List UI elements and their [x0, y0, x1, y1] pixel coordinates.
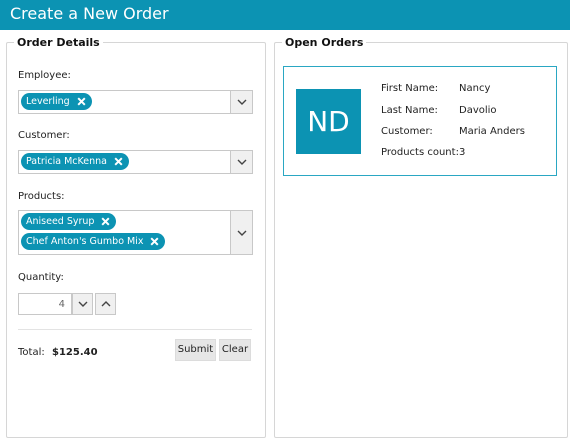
open-orders-legend: Open Orders: [285, 36, 364, 49]
remove-token-icon[interactable]: [76, 96, 87, 107]
total-label: Total:: [18, 347, 45, 358]
quantity-label: Quantity:: [18, 272, 64, 283]
customer-token: Patricia McKenna: [21, 153, 129, 170]
quantity-input[interactable]: 4: [18, 293, 72, 315]
last-name-label: Last Name:: [381, 105, 438, 116]
product-token: Aniseed Syrup: [21, 213, 117, 230]
customer-multiselect[interactable]: Patricia McKenna: [18, 150, 253, 174]
employee-token-label: Leverling: [26, 96, 70, 107]
remove-token-icon[interactable]: [149, 236, 160, 247]
employee-multiselect[interactable]: Leverling: [18, 90, 253, 114]
first-name-label: First Name:: [381, 83, 439, 94]
order-card[interactable]: ND First Name: Nancy Last Name: Davolio …: [283, 66, 557, 176]
customer-dropdown-arrow[interactable]: [230, 151, 252, 173]
product-token-label: Aniseed Syrup: [26, 216, 95, 227]
products-dropdown-arrow[interactable]: [230, 211, 252, 254]
quantity-increment-button[interactable]: [95, 293, 116, 315]
section-divider: [18, 329, 252, 330]
chevron-down-icon: [78, 301, 87, 307]
chevron-down-icon: [237, 230, 246, 236]
employee-dropdown-arrow[interactable]: [230, 91, 252, 113]
first-name-value: Nancy: [459, 83, 491, 94]
open-orders-panel: Open Orders ND First Name: Nancy Last Na…: [274, 36, 568, 438]
customer-label: Customer:: [381, 126, 433, 137]
submit-button[interactable]: Submit: [175, 339, 216, 361]
chevron-up-icon: [101, 301, 110, 307]
product-token-label: Chef Anton's Gumbo Mix: [26, 236, 144, 247]
page-title: Create a New Order: [10, 4, 169, 23]
products-label: Products:: [18, 191, 65, 202]
quantity-decrement-button[interactable]: [72, 293, 93, 315]
last-name-value: Davolio: [459, 105, 497, 116]
order-details-legend: Order Details: [17, 36, 100, 49]
clear-button[interactable]: Clear: [219, 339, 251, 361]
remove-token-icon[interactable]: [113, 156, 124, 167]
products-count-label: Products count:: [381, 147, 459, 158]
chevron-down-icon: [237, 159, 246, 165]
employee-token: Leverling: [21, 93, 92, 110]
employee-label: Employee:: [18, 70, 71, 81]
customer-label: Customer:: [18, 130, 70, 141]
product-token: Chef Anton's Gumbo Mix: [21, 233, 166, 250]
order-details-panel: Order Details Employee: Leverling Custom…: [6, 36, 266, 438]
chevron-down-icon: [237, 99, 246, 105]
avatar: ND: [296, 89, 361, 154]
products-multiselect[interactable]: Aniseed Syrup Chef Anton's Gumbo Mix: [18, 210, 253, 255]
customer-value: Maria Anders: [459, 126, 525, 137]
app-header: Create a New Order: [0, 0, 570, 30]
remove-token-icon[interactable]: [100, 216, 111, 227]
products-count-value: 3: [459, 147, 466, 158]
total-value: $125.40: [52, 347, 98, 358]
customer-token-label: Patricia McKenna: [26, 156, 107, 167]
